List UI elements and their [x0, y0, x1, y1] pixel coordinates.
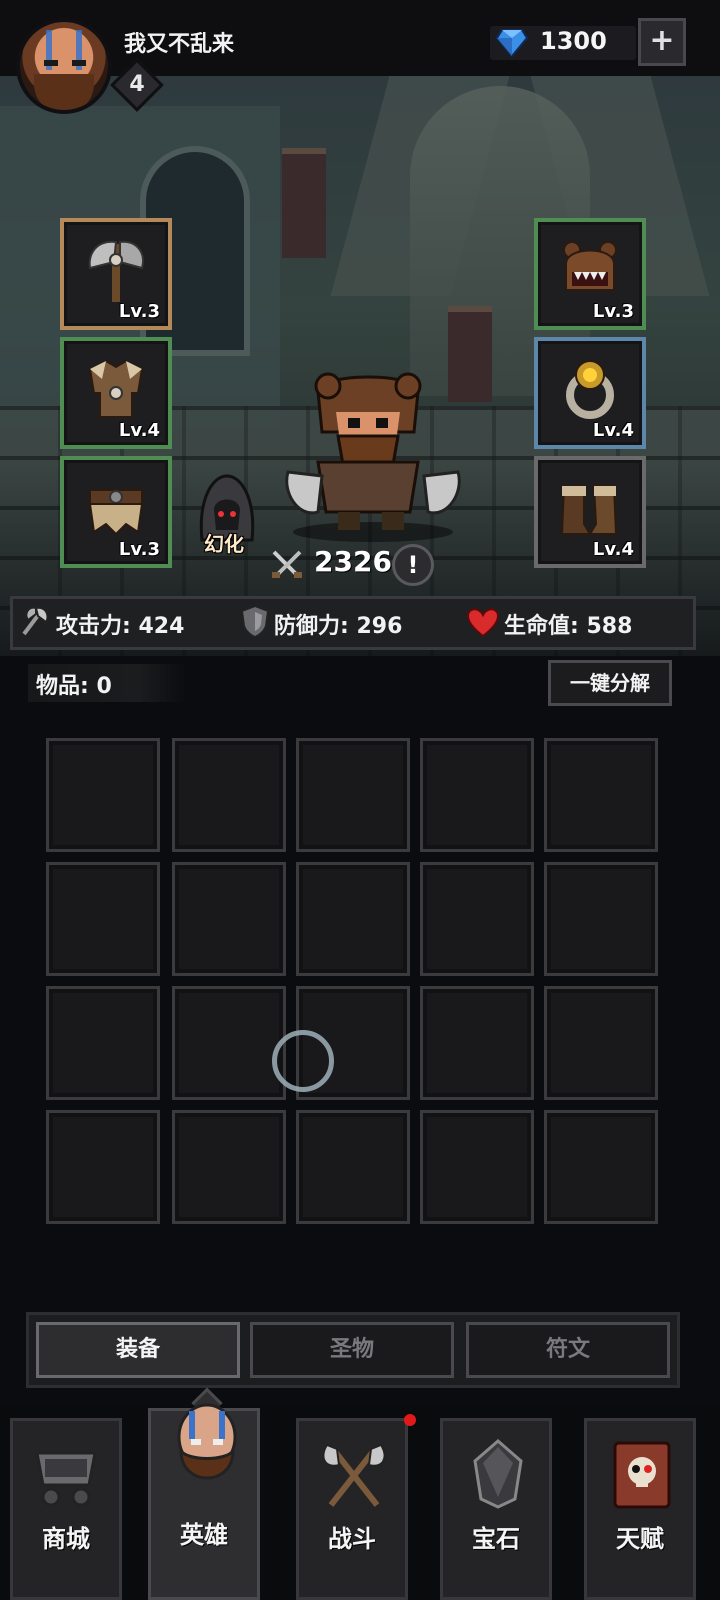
inventory-slot[interactable]: [46, 986, 160, 1100]
crossed-swords-icon: [272, 550, 302, 578]
inventory-slot[interactable]: [420, 986, 534, 1100]
player-avatar[interactable]: [16, 18, 112, 114]
inventory-slot[interactable]: [544, 738, 658, 852]
equip-level: Lv.4: [592, 420, 634, 441]
add-gems-button[interactable]: +: [638, 18, 686, 66]
inventory-slot[interactable]: [172, 986, 286, 1100]
loading-spinner-icon: [272, 1030, 334, 1092]
nav-talents[interactable]: 天赋: [584, 1418, 696, 1600]
nav-label: 商城: [42, 1525, 90, 1553]
inventory-slot[interactable]: [544, 986, 658, 1100]
inventory-slot[interactable]: [296, 862, 410, 976]
gem-count: 1300: [540, 27, 607, 55]
crossed-axes-icon: [322, 1443, 386, 1507]
equip-slot-belt[interactable]: Lv.3: [60, 456, 172, 568]
combat-power: 2326: [314, 545, 392, 578]
nav-shop[interactable]: 商城: [10, 1418, 122, 1600]
tab-equipment[interactable]: 装备: [36, 1322, 240, 1378]
equip-slot-boots[interactable]: Lv.4: [534, 456, 646, 568]
nav-label: 英雄: [180, 1521, 228, 1549]
inventory-count: 物品: 0: [36, 674, 112, 699]
inventory-slot[interactable]: [296, 1110, 410, 1224]
bear-helmet-icon: [563, 241, 617, 291]
health-stat: 生命值: 588: [504, 614, 633, 639]
inventory-slot[interactable]: [420, 1110, 534, 1224]
inventory-slot[interactable]: [544, 862, 658, 976]
nav-gems[interactable]: 宝石: [440, 1418, 552, 1600]
tab-relics[interactable]: 圣物: [250, 1322, 454, 1378]
inventory-slot[interactable]: [420, 738, 534, 852]
cart-icon: [35, 1451, 97, 1507]
decompose-all-button[interactable]: 一键分解: [548, 660, 672, 706]
inventory-slot[interactable]: [172, 862, 286, 976]
hero-character[interactable]: [278, 372, 468, 542]
nav-battle[interactable]: 战斗: [296, 1418, 408, 1600]
inventory-slot[interactable]: [544, 1110, 658, 1224]
equip-level: Lv.3: [118, 301, 160, 322]
equip-slot-ring[interactable]: Lv.4: [534, 337, 646, 449]
attack-stat: 攻击力: 424: [56, 614, 185, 639]
nav-label: 天赋: [616, 1525, 664, 1553]
shield-icon: [240, 604, 270, 638]
inventory-slot[interactable]: [296, 738, 410, 852]
fur-boots-icon: [560, 485, 618, 535]
inventory-slot[interactable]: [46, 738, 160, 852]
power-info-button[interactable]: !: [392, 544, 434, 586]
hero-face-icon: [177, 1403, 237, 1480]
beard: [34, 74, 94, 110]
equip-slot-helmet[interactable]: Lv.3: [534, 218, 646, 330]
gold-ring-icon: [566, 360, 614, 419]
heart-icon: [466, 608, 500, 638]
tab-runes[interactable]: 符文: [466, 1322, 670, 1378]
inventory-slot[interactable]: [172, 1110, 286, 1224]
battle-axe-icon: [88, 240, 144, 302]
eye: [44, 60, 58, 66]
skull-book-icon: [613, 1441, 671, 1509]
defense-stat: 防御力: 296: [274, 614, 403, 639]
fur-armor-icon: [88, 359, 144, 418]
inventory-slot[interactable]: [46, 1110, 160, 1224]
equip-slot-armor[interactable]: Lv.4: [60, 337, 172, 449]
crystal-icon: [473, 1439, 523, 1509]
axe-icon: [22, 606, 49, 636]
nav-hero[interactable]: 英雄: [148, 1403, 260, 1600]
nav-label: 宝石: [472, 1525, 520, 1553]
fur-belt-icon: [88, 489, 144, 536]
player-name: 我又不乱来: [124, 32, 235, 57]
skin-transform-label[interactable]: 幻化: [204, 528, 244, 557]
equip-level: Lv.4: [592, 539, 634, 560]
inventory-slot[interactable]: [172, 738, 286, 852]
equip-slot-weapon[interactable]: Lv.3: [60, 218, 172, 330]
notification-dot: [404, 1414, 416, 1426]
equip-level: Lv.4: [118, 420, 160, 441]
player-level: 4: [129, 72, 145, 97]
inventory-slot[interactable]: [46, 862, 160, 976]
equip-level: Lv.3: [118, 539, 160, 560]
nav-label: 战斗: [328, 1525, 376, 1553]
inventory-slot[interactable]: [420, 862, 534, 976]
equip-level: Lv.3: [592, 301, 634, 322]
blue-diamond-icon: [496, 29, 528, 58]
eye: [72, 60, 86, 66]
